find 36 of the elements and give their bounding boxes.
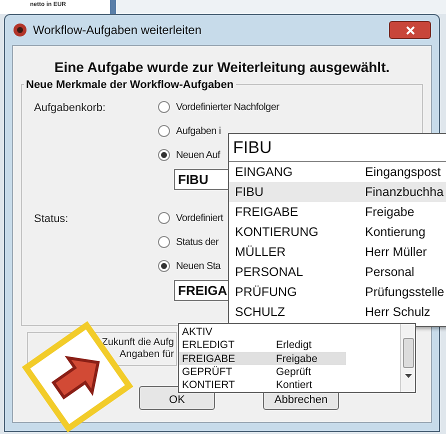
dropdown-item[interactable]: PERSONAL Personal — [229, 262, 446, 282]
notice-text: Zukunft die Aufg — [102, 337, 174, 349]
radio-label: Neuen Sta — [176, 260, 221, 274]
radio-button[interactable] — [158, 149, 170, 161]
radio-label: Aufgaben i — [176, 124, 221, 138]
dropdown-item[interactable]: MÜLLER Herr Müller — [229, 242, 446, 262]
field-label: Aufgabenkorb: — [33, 101, 107, 116]
notice-text: Angaben für — [120, 349, 174, 361]
dropdown-item[interactable]: AKTIV — [179, 325, 346, 338]
radio-label: Neuen Auf — [176, 148, 220, 162]
window-title: Workflow-Aufgaben weiterleiten — [33, 22, 202, 39]
radio-button[interactable] — [158, 236, 170, 248]
dropdown-item[interactable]: FREIGABE Freigabe — [179, 352, 346, 366]
close-button[interactable] — [389, 21, 431, 39]
app-logo-icon — [13, 23, 27, 37]
radio-button[interactable] — [158, 212, 170, 224]
dropdown-item[interactable]: FREIGABE Freigabe — [229, 202, 446, 222]
dropdown-item[interactable]: GEPRÜFT Geprüft — [179, 365, 346, 379]
radio-label: Vordefinierter Nachfolger — [176, 100, 280, 114]
dropdown-item[interactable]: ERLEDIGT Erledigt — [179, 338, 346, 352]
dropdown-item[interactable]: KONTIERUNG Kontierung — [229, 222, 446, 242]
filter-field[interactable]: FIBU — [229, 134, 446, 162]
scrollbar[interactable] — [400, 324, 415, 392]
group-title: Neue Merkmale der Workflow-Aufgaben — [24, 77, 236, 94]
radio-label: Status der — [176, 236, 219, 250]
field-label: Status: — [33, 212, 70, 227]
radio-button[interactable] — [158, 260, 170, 272]
radio-button[interactable] — [158, 101, 170, 113]
close-icon — [406, 26, 414, 34]
radio-label: Vordefiniert — [176, 212, 223, 226]
window-border — [110, 0, 116, 14]
scroll-down-icon — [404, 374, 412, 378]
dropdown-item[interactable]: FIBU Finanzbuchha — [229, 182, 446, 202]
radio-button[interactable] — [158, 125, 170, 137]
dropdown-item[interactable]: SCHULZ Herr Schulz — [229, 302, 446, 322]
headline: Eine Aufgabe wurde zur Weiterleitung ausgewählt. — [54, 59, 390, 75]
